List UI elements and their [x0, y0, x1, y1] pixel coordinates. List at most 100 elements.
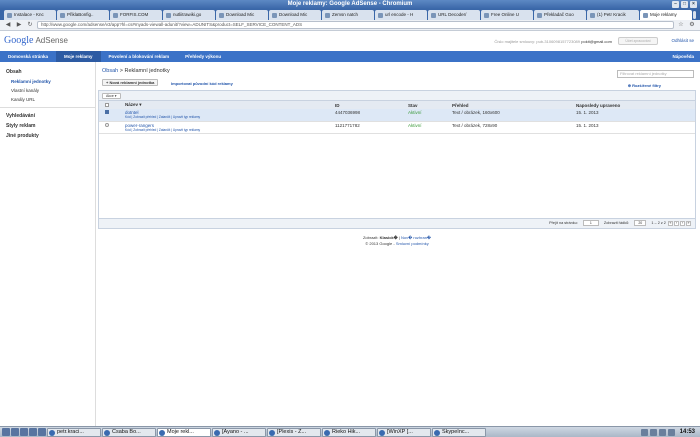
clock[interactable]: 14:53 [677, 429, 698, 435]
row-id: 4447036998 [335, 110, 361, 115]
account-settings-button[interactable]: Účet zpracování [618, 37, 658, 45]
row-select-cell[interactable] [99, 121, 123, 133]
reload-icon[interactable]: ↻ [26, 21, 34, 29]
logout-link[interactable]: Odhlásit se [671, 38, 694, 43]
sidebar-section-content[interactable]: Obsah [0, 67, 95, 77]
ad-unit-actions-links[interactable]: Kód | Zobrazit přehled | Zatančit | Upra… [125, 115, 331, 119]
nav-allow-block-ads[interactable]: Povolení a blokování reklam [101, 51, 178, 62]
forward-icon[interactable]: ▶ [15, 21, 23, 29]
keyboard-layout-icon[interactable] [640, 428, 648, 436]
browser-tab[interactable]: FORFIS.COM [110, 10, 162, 20]
table-row[interactable]: power-rangers Kód | Zobrazit přehled | Z… [99, 121, 695, 133]
sidebar-section-ad-styles[interactable]: Styly reklam [0, 121, 95, 131]
column-overview[interactable]: Přehled [450, 101, 574, 109]
last-page-icon[interactable]: » [686, 220, 691, 226]
first-page-icon[interactable]: « [668, 220, 673, 226]
rows-per-page-label: Zobrazit řádků: [603, 221, 630, 225]
app-icon [324, 429, 330, 436]
new-ad-unit-button[interactable]: + Nová reklamní jednotka [102, 79, 159, 86]
select-all-cell[interactable] [99, 101, 123, 109]
taskbar-window-button[interactable]: [Plexis - Z... [267, 427, 321, 437]
row-select-cell[interactable] [99, 109, 123, 121]
rows-per-page-select[interactable]: 20 [634, 220, 647, 226]
os-taskbar: petr.kraci... Csaba Bo... Moje rekl... [… [0, 426, 700, 437]
favicon-icon [272, 13, 277, 18]
browser-tabstrip: Instalace - Knc PřiklaBonfig.. FORFIS.CO… [0, 9, 700, 20]
sidebar-section-search[interactable]: Vyhledávání [0, 111, 95, 121]
browser-tab-active[interactable]: Moje reklamy [640, 10, 692, 20]
column-name[interactable]: Název ▾ [123, 101, 333, 109]
sidebar-item-ad-units[interactable]: Reklamní jednotky [0, 77, 95, 86]
taskbar-window-button[interactable]: Csaba Bo... [102, 427, 156, 437]
taskbar-window-button[interactable]: [Ayano - ... [212, 427, 266, 437]
sidebar-section-other-products[interactable]: Jiné produkty [0, 131, 95, 141]
filter-ad-units-input[interactable]: Filtrovat reklamní jednotky [617, 70, 694, 78]
browser-tab[interactable]: nutliitrawiki.go [163, 10, 215, 20]
column-last-modified[interactable]: Naposledy upraveno [574, 101, 695, 109]
browser-tab[interactable]: PřiklaBonfig.. [57, 10, 109, 20]
wrench-icon[interactable]: ⚙ [688, 21, 696, 29]
browser-tab[interactable]: Instalace - Knc [4, 10, 56, 20]
sidebar-item-custom-channels[interactable]: Vlastní kanály [0, 86, 95, 95]
taskbar-window-button[interactable]: petr.kraci... [47, 427, 101, 437]
next-page-icon[interactable]: › [680, 220, 685, 226]
select-all-checkbox[interactable] [105, 102, 109, 107]
terminal-icon[interactable] [29, 428, 37, 436]
nav-home[interactable]: Domovská stránka [0, 51, 56, 62]
volume-icon[interactable] [649, 428, 657, 436]
table-toolbar: Akce ▾ [99, 91, 695, 101]
browser-tab[interactable]: url encode - H [375, 10, 427, 20]
address-bar[interactable]: http://www.google.com/adsense/v3/app?hl=… [37, 21, 674, 29]
breadcrumb-content-link[interactable]: Obsah [102, 68, 118, 74]
browser-tab[interactable]: Překladač Goo [534, 10, 586, 20]
close-icon[interactable]: × [690, 1, 697, 8]
browser-launcher-icon[interactable] [38, 428, 46, 436]
ad-unit-actions-links[interactable]: Kód | Zobrazit přehled | Zatančit | Upra… [125, 128, 331, 132]
start-menu-icon[interactable] [2, 428, 10, 436]
import-legacy-code-link[interactable]: Importovat původní kód reklamy [171, 81, 233, 86]
file-manager-icon[interactable] [20, 428, 28, 436]
classic-interface: Klasick� [379, 235, 398, 240]
nav-performance-reports[interactable]: Přehledy výkonu [177, 51, 229, 62]
maximize-icon[interactable]: □ [681, 1, 688, 8]
prev-page-icon[interactable]: ‹ [674, 220, 679, 226]
battery-icon[interactable] [667, 428, 675, 436]
nav-my-ads[interactable]: Moje reklamy [56, 51, 101, 62]
new-tab-button[interactable] [693, 11, 696, 19]
favicon-icon [643, 13, 648, 18]
advanced-filters-link[interactable]: ⊕Rozšířené filtry [628, 83, 661, 88]
taskbar-window-button[interactable]: [WinXP [... [377, 427, 431, 437]
show-desktop-icon[interactable] [11, 428, 19, 436]
nav-help[interactable]: Nápověda [666, 51, 700, 62]
minimize-icon[interactable]: – [672, 1, 679, 8]
adsense-logo[interactable]: Google AdSense [4, 35, 68, 46]
row-modified: 15. 1. 2013 [576, 110, 599, 115]
chevron-down-icon: ▾ [114, 94, 117, 98]
browser-tab[interactable]: Download Mic [216, 10, 268, 20]
breadcrumb-current: Reklamní jednotky [124, 68, 170, 74]
actions-dropdown[interactable]: Akce ▾ [102, 93, 121, 99]
taskbar-window-button-active[interactable]: Moje rekl... [157, 427, 211, 437]
sidebar-item-url-channels[interactable]: Kanály URL [0, 95, 95, 104]
back-icon[interactable]: ◀ [4, 21, 12, 29]
favicon-icon [537, 13, 542, 18]
browser-tab[interactable]: Download Mic [269, 10, 321, 20]
page-number-input[interactable]: 1 [582, 220, 599, 226]
column-id[interactable]: ID [333, 101, 406, 109]
row-checkbox-checked[interactable] [105, 110, 109, 114]
taskbar-window-button[interactable]: SkypeInc... [432, 427, 486, 437]
browser-tab[interactable]: Free Online U [481, 10, 533, 20]
main-content: Obsah > Reklamní jednotky + Nová reklamn… [98, 62, 696, 426]
table-row[interactable]: dotntel Kód | Zobrazit přehled | Zatanči… [99, 109, 695, 121]
bookmark-star-icon[interactable]: ☆ [677, 21, 685, 29]
taskbar-window-button[interactable]: Rieko Hik... [322, 427, 376, 437]
column-status[interactable]: Stav [406, 101, 450, 109]
browser-tab[interactable]: Zemsn natch [322, 10, 374, 20]
browser-tab[interactable]: URL Decoder/ [428, 10, 480, 20]
terms-link[interactable]: Smluvní podmínky [396, 241, 429, 246]
favicon-icon [7, 13, 12, 18]
row-radio[interactable] [105, 122, 109, 127]
browser-tab[interactable]: (1) Petr Kracik [587, 10, 639, 20]
network-icon[interactable] [658, 428, 666, 436]
new-interface-link[interactable]: Nov� rozhran� [401, 235, 431, 240]
